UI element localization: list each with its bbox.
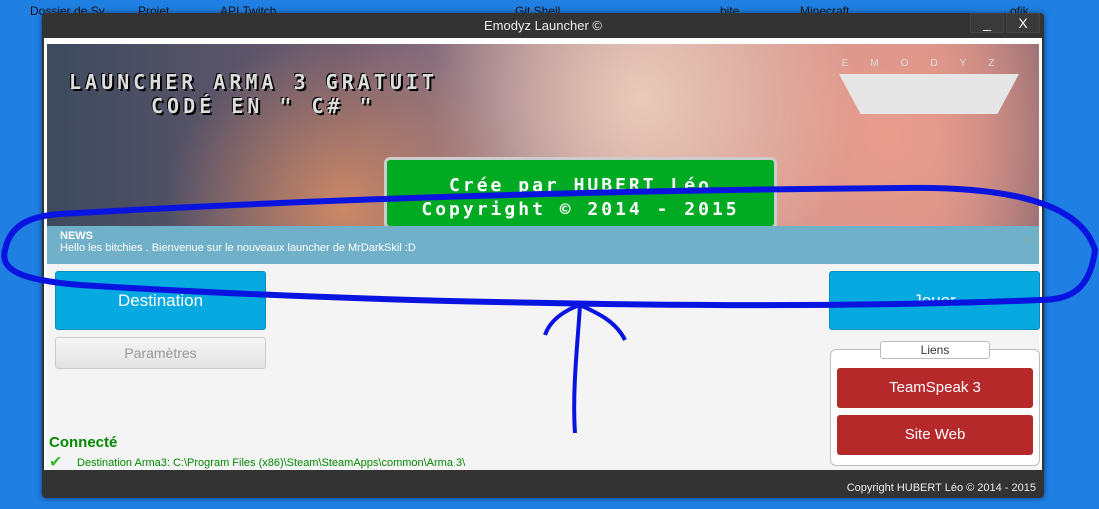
annotation-overlay <box>1 184 1099 434</box>
annotation-arrow <box>543 302 627 434</box>
annotation-ellipse <box>1 184 1099 308</box>
